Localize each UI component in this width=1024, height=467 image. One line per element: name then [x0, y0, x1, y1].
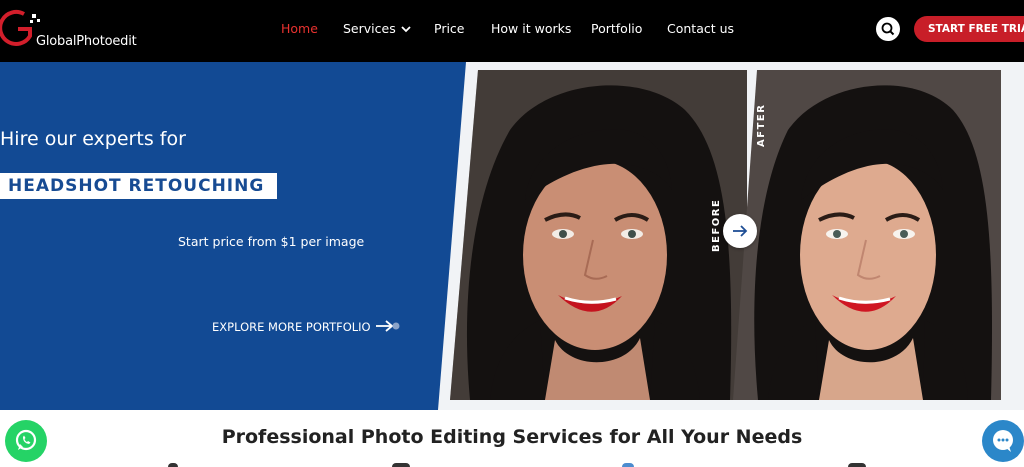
arrow-right-icon[interactable]: [375, 319, 401, 333]
service-icon: [848, 463, 866, 467]
search-button[interactable]: [876, 17, 900, 41]
explore-portfolio-link[interactable]: EXPLORE MORE PORTFOLIO: [212, 320, 371, 334]
chevron-down-icon: [401, 26, 411, 33]
services-section-title: Professional Photo Editing Services for …: [221, 426, 803, 448]
brand-logo[interactable]: GlobalPhotoedit: [0, 8, 150, 50]
portrait-after-photo: [733, 70, 1001, 400]
nav-services-label: Services: [343, 21, 396, 36]
start-price-text: Start price from $1 per image: [178, 234, 365, 249]
brand-name: GlobalPhotoedit: [36, 34, 137, 49]
before-label: BEFORE: [711, 198, 722, 252]
service-icon: [392, 463, 410, 467]
after-label: AFTER: [756, 103, 767, 147]
service-icon: [168, 463, 178, 467]
compare-slider-handle[interactable]: [723, 214, 757, 248]
hero-banner: Hire our experts for HEADSHOT RETOUCHING…: [0, 62, 1024, 410]
nav-contact-us[interactable]: Contact us: [667, 21, 734, 36]
nav-how-it-works[interactable]: How it works: [491, 21, 571, 36]
live-chat-button[interactable]: [982, 420, 1024, 462]
search-icon: [881, 22, 895, 36]
nav-home[interactable]: Home: [281, 21, 318, 36]
nav-services[interactable]: Services: [343, 21, 411, 36]
portrait-before-photo: [450, 70, 747, 400]
nav-portfolio[interactable]: Portfolio: [591, 21, 642, 36]
chat-icon: [993, 430, 1013, 452]
service-tag: HEADSHOT RETOUCHING: [0, 173, 277, 199]
service-icon: [622, 463, 634, 467]
start-free-trial-button[interactable]: START FREE TRIAL: [914, 16, 1024, 42]
logo-mark-icon: [0, 10, 40, 46]
whatsapp-icon: [15, 429, 37, 451]
nav-price[interactable]: Price: [434, 21, 465, 36]
whatsapp-button[interactable]: [5, 420, 47, 462]
hero-headline: Hire our experts for: [0, 128, 186, 150]
before-image: [450, 70, 747, 400]
after-image: [733, 70, 1001, 400]
top-navbar: GlobalPhotoedit Home Services Price How …: [0, 0, 1024, 62]
arrow-right-icon: [733, 225, 748, 237]
